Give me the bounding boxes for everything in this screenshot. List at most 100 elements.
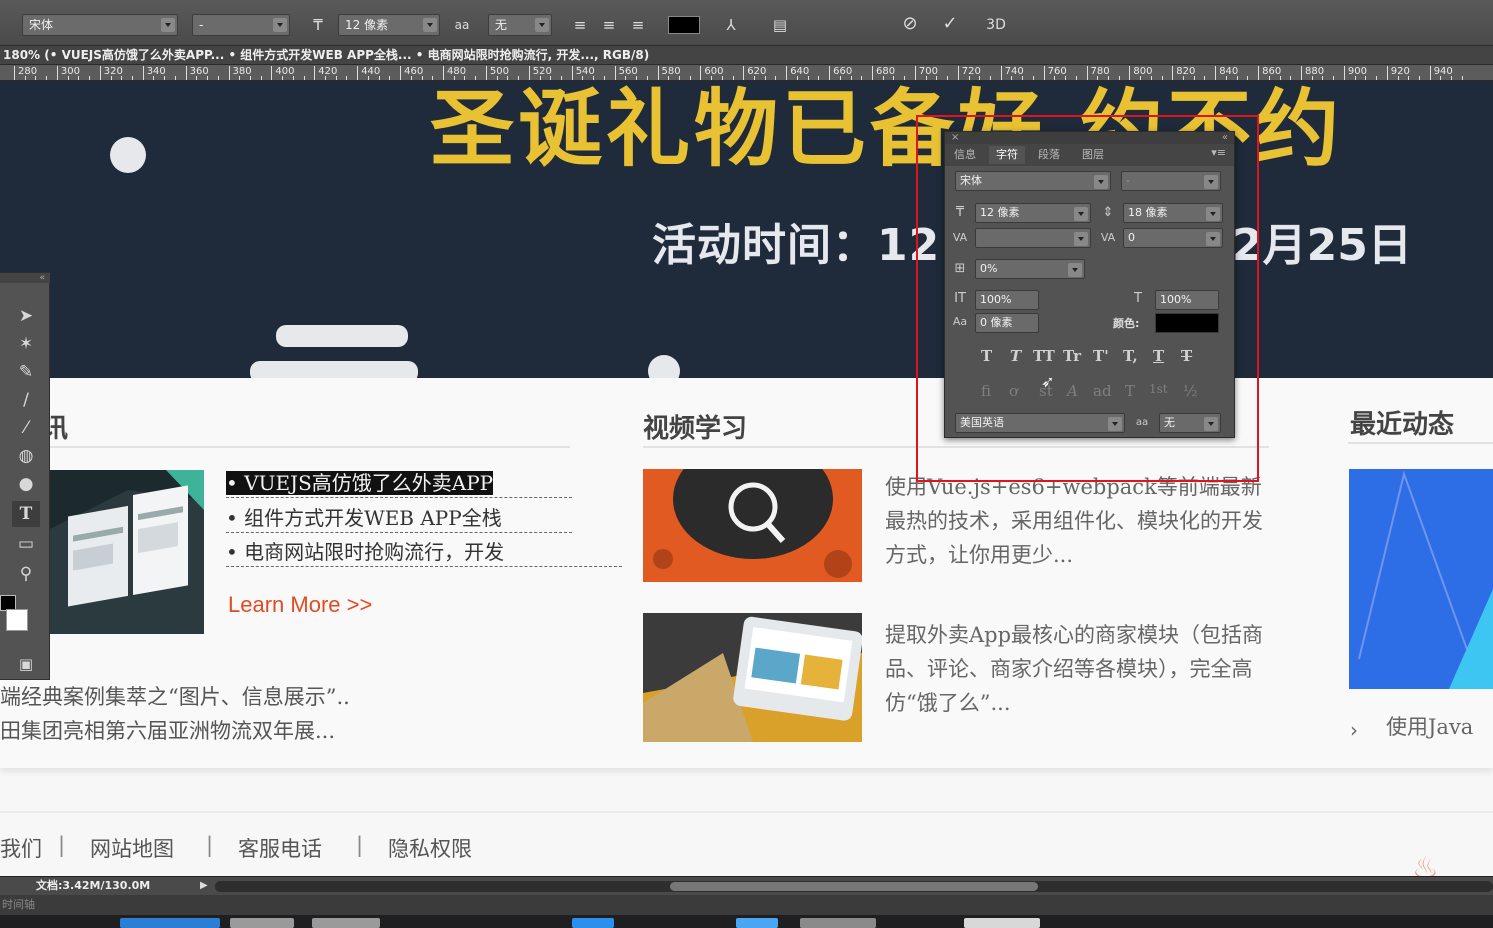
footer-separator: | <box>58 833 66 857</box>
ruler-tick-mark <box>485 66 487 80</box>
move-tool-icon[interactable]: ➤ <box>12 303 40 329</box>
recent-heading: 最近动态 <box>1350 410 1455 440</box>
ruler-tick-mark <box>1365 76 1367 80</box>
ruler-tick-mark <box>1247 76 1249 80</box>
banner: 圣诞礼物已备好 约不约 活动时间：12 2月25日 <box>0 81 1493 378</box>
type-tool-icon[interactable]: T <box>12 501 40 527</box>
taskbar-app[interactable] <box>736 918 778 928</box>
video-description[interactable]: 提取外卖App最核心的商家模块（包括商品、评论、商家介绍等各模块），完全高仿“饿… <box>885 618 1280 720</box>
3d-button[interactable]: 3D <box>984 14 1008 36</box>
news-item[interactable]: • 组件方式开发WEB APP全栈 <box>226 504 572 533</box>
recent-thumbnail[interactable] <box>1349 469 1493 689</box>
ruler-tick-label: 660 <box>833 66 853 77</box>
ruler-tick-mark <box>786 66 788 80</box>
ruler-tick-mark <box>743 66 745 80</box>
shape-tool-icon[interactable]: ▭ <box>12 531 40 557</box>
status-bar: 文档:3.42M/130.0M ▶ <box>0 876 1493 895</box>
background-color-swatch[interactable] <box>6 609 28 631</box>
news-thumbnail[interactable] <box>48 470 204 634</box>
footer-link-privacy[interactable]: 隐私权限 <box>388 833 472 863</box>
cancel-icon[interactable]: ⊘ <box>898 13 922 35</box>
ruler-tick-mark <box>839 76 841 80</box>
ruler-tick-mark <box>153 76 155 80</box>
brush-tool-icon[interactable]: ∕ <box>12 387 40 413</box>
font-style-select[interactable]: - <box>192 14 290 36</box>
ruler-tick-mark <box>1343 66 1345 80</box>
ruler-tick-mark <box>646 76 648 80</box>
ruler-tick-mark <box>196 76 198 80</box>
toggle-panels-icon[interactable]: ▤ <box>768 14 792 36</box>
taskbar-app[interactable] <box>800 918 876 928</box>
taskbar-app[interactable] <box>120 918 220 928</box>
eyedropper-tool-icon[interactable]: ✎ <box>12 359 40 385</box>
ruler-tick-mark <box>1258 66 1260 80</box>
warp-text-icon[interactable]: ⅄ <box>719 14 743 36</box>
ruler-tick-mark <box>775 76 777 80</box>
magic-wand-tool-icon[interactable]: ✶ <box>12 331 40 357</box>
screen-mode-icon[interactable]: ▣ <box>12 651 40 677</box>
ruler-tick-label: 700 <box>918 66 938 77</box>
video-thumbnail[interactable] <box>643 613 862 742</box>
video-thumbnail[interactable] <box>643 469 862 582</box>
taskbar-app[interactable] <box>572 918 614 928</box>
ruler-tick-mark <box>818 76 820 80</box>
ruler-tick-mark <box>732 76 734 80</box>
news-item[interactable]: • VUEJS高仿饿了么外卖APP <box>226 469 572 498</box>
doc-size[interactable]: 文档:3.42M/130.0M <box>36 879 150 893</box>
document-tab[interactable]: 180% (• VUEJS高仿饿了么外卖APP... • 组件方式开发WEB A… <box>0 46 1493 65</box>
ruler-tick-mark <box>24 76 26 80</box>
play-icon[interactable]: ▶ <box>200 879 208 893</box>
ruler-tick-mark <box>893 76 895 80</box>
taskbar-app[interactable] <box>964 918 1040 928</box>
ruler-tick-mark <box>110 76 112 80</box>
ruler-tick-mark <box>292 76 294 80</box>
news-extra-line[interactable]: 端经典案例集萃之“图片、信息展示”.. <box>0 680 480 714</box>
align-right-icon[interactable]: ≡ <box>626 14 650 36</box>
taskbar-app[interactable] <box>230 918 294 928</box>
ruler-tick-mark <box>1333 76 1335 80</box>
ruler-tick-label: 780 <box>1090 66 1110 77</box>
ruler-tick-mark <box>1440 76 1442 80</box>
text-color-swatch[interactable] <box>668 16 700 34</box>
footer-link-about[interactable]: 我们 <box>0 833 42 863</box>
history-brush-tool-icon[interactable]: ⁄ <box>12 415 40 441</box>
footer-link-sitemap[interactable]: 网站地图 <box>90 833 174 863</box>
font-size-icon: ₸ <box>313 16 323 34</box>
ruler-tick-label: 540 <box>575 66 595 77</box>
scrollbar-thumb[interactable] <box>670 882 1038 891</box>
font-family-select[interactable]: 宋体 <box>22 14 178 36</box>
ruler-tick-label: 420 <box>318 66 338 77</box>
news-extra-line[interactable]: 田集团亮相第六届亚洲物流双年展... <box>0 714 480 748</box>
dodge-tool-icon[interactable]: ● <box>12 471 40 497</box>
learn-more-link[interactable]: Learn More >> <box>228 592 372 618</box>
video-description[interactable]: 使用Vue.js+es6+webpack等前端最新最热的技术，采用组件化、模块化… <box>885 470 1280 572</box>
ruler-tick-mark <box>1386 66 1388 80</box>
font-size-select[interactable]: 12 像素 <box>338 14 440 36</box>
ruler-tick-mark <box>689 76 691 80</box>
ruler-tick-mark <box>1397 76 1399 80</box>
recent-item[interactable]: 使用Java <box>1386 710 1493 744</box>
footer-link-service[interactable]: 客服电话 <box>238 833 322 863</box>
align-left-icon[interactable]: ≡ <box>568 14 592 36</box>
paint-bucket-tool-icon[interactable]: ◍ <box>12 443 40 469</box>
ruler-tick-mark <box>968 76 970 80</box>
align-center-icon[interactable]: ≡ <box>597 14 621 36</box>
ruler-tick-label: 500 <box>489 66 509 77</box>
taskbar-app[interactable] <box>312 918 380 928</box>
ruler-tick-mark <box>1193 76 1195 80</box>
ruler-tick-mark <box>914 66 916 80</box>
document-canvas[interactable]: 圣诞礼物已备好 约不约 活动时间：12 2月25日 讯 • VUEJS高仿饿了么… <box>0 81 1493 876</box>
ruler-tick-mark <box>657 66 659 80</box>
snowball-decoration <box>648 355 680 378</box>
ruler-tick-mark <box>979 76 981 80</box>
news-item[interactable]: • 电商网站限时抢购流行，开发 <box>226 538 622 567</box>
ruler-tick-mark <box>99 66 101 80</box>
font-style-value: - <box>199 18 204 32</box>
antialias-select[interactable]: 无 <box>488 14 552 36</box>
ruler-tick-mark <box>78 76 80 80</box>
zoom-tool-icon[interactable]: ⚲ <box>12 561 40 587</box>
timeline-panel[interactable]: 时间轴 <box>0 895 1493 915</box>
check-icon[interactable]: ✓ <box>938 13 962 35</box>
collapse-icon[interactable]: « <box>0 273 50 283</box>
ruler-tick-mark <box>1183 76 1185 80</box>
